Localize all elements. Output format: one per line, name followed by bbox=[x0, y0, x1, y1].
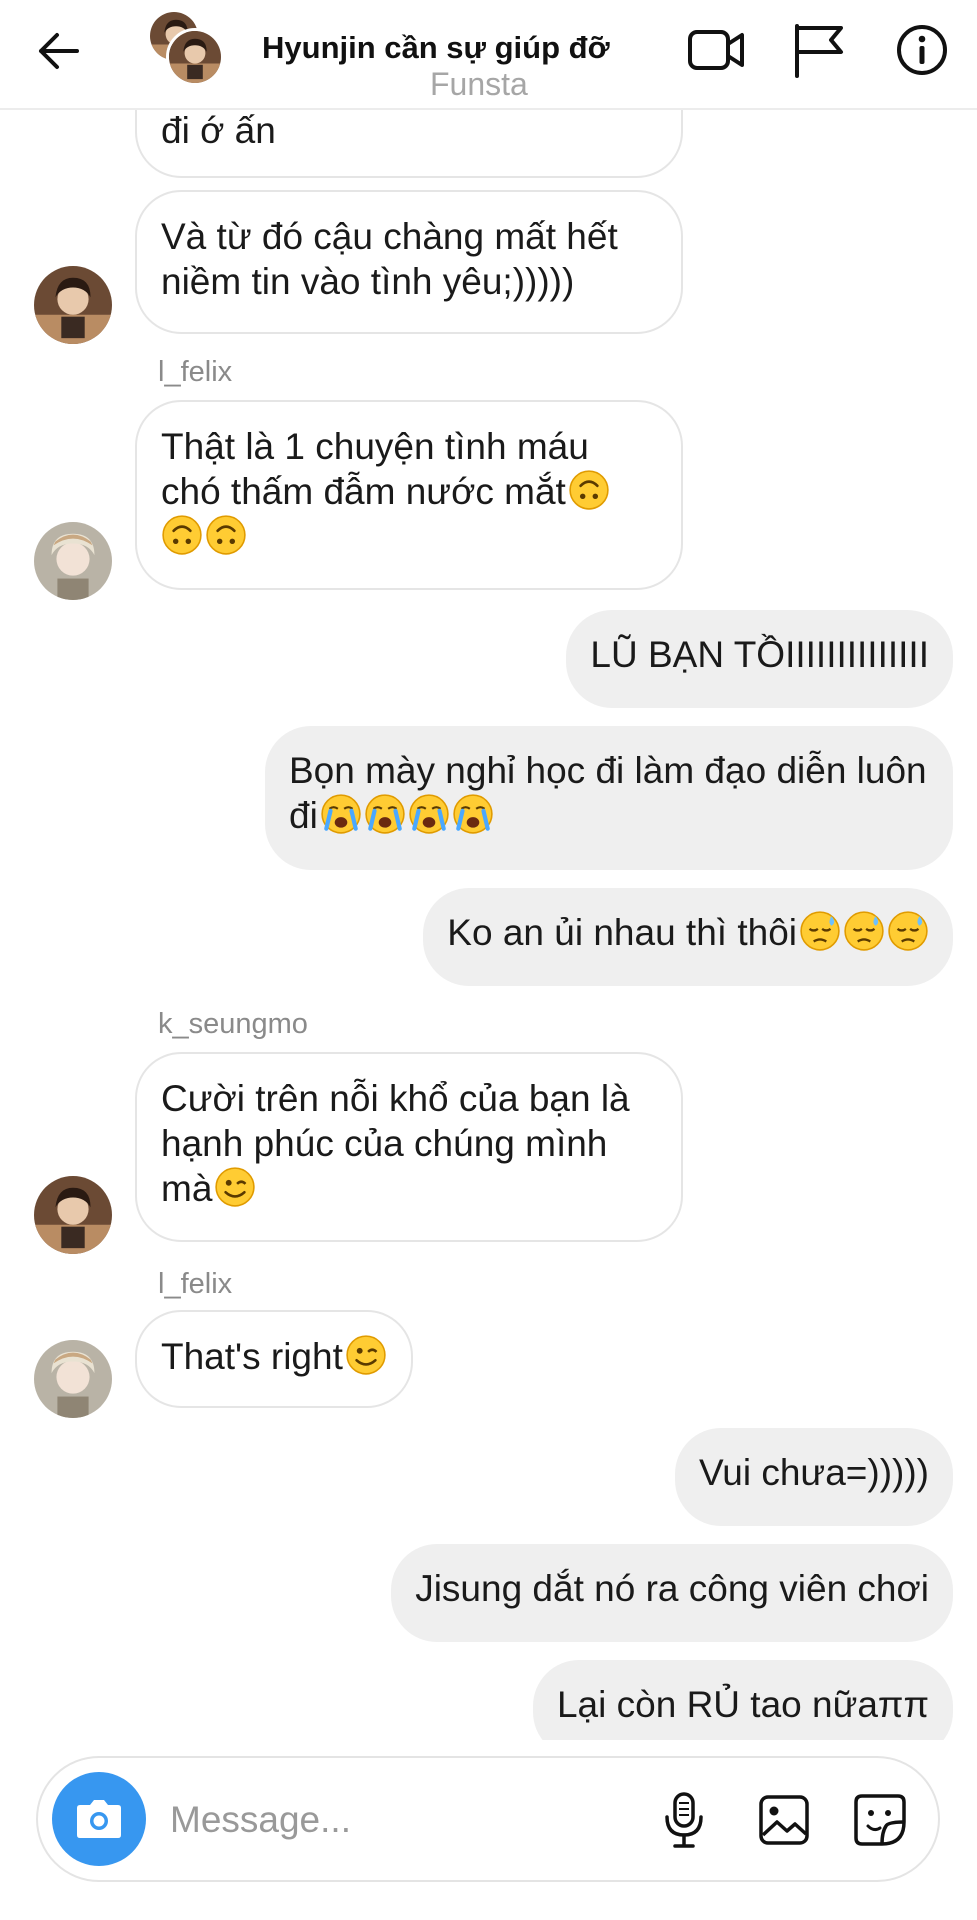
loudly-crying-face-icon bbox=[408, 793, 450, 835]
avatar[interactable] bbox=[34, 266, 112, 344]
downcast-sweat-face-icon bbox=[843, 910, 885, 952]
info-icon bbox=[897, 25, 947, 75]
microphone-icon bbox=[665, 1792, 703, 1848]
sender-name: l_felix bbox=[158, 1268, 233, 1300]
loudly-crying-face-icon bbox=[452, 793, 494, 835]
video-call-icon bbox=[688, 30, 744, 70]
message-bubble-incoming[interactable]: đi ớ ấn bbox=[135, 110, 683, 178]
message-bubble-outgoing[interactable]: LŨ BẠN TỒIIIIIIIIIIIIII bbox=[566, 610, 953, 708]
avatar[interactable] bbox=[34, 522, 112, 600]
video-call-button[interactable] bbox=[684, 18, 748, 82]
avatar[interactable] bbox=[34, 1176, 112, 1254]
gallery-button[interactable] bbox=[752, 1786, 816, 1854]
message-bubble-incoming[interactable]: That's right bbox=[135, 1310, 413, 1408]
message-text: đi ớ ấn bbox=[161, 110, 276, 151]
camera-button[interactable] bbox=[52, 1772, 146, 1866]
message-text: Ko an ủi nhau thì thôi bbox=[447, 912, 797, 953]
downcast-sweat-face-icon bbox=[799, 910, 841, 952]
camera-icon bbox=[77, 1800, 121, 1838]
winking-face-icon bbox=[345, 1334, 387, 1376]
chat-title[interactable]: Hyunjin cần sự giúp đỡ bbox=[262, 30, 610, 66]
upside-down-face-icon bbox=[568, 469, 610, 511]
message-text: Và từ đó cậu chàng mất hết niềm tin vào … bbox=[161, 216, 618, 302]
sticker-button[interactable] bbox=[848, 1786, 912, 1854]
watermark-text: Funsta bbox=[430, 66, 528, 102]
message-text: Lại còn RỦ tao nữaππ bbox=[556, 1684, 929, 1725]
loudly-crying-face-icon bbox=[364, 793, 406, 835]
avatar bbox=[166, 28, 224, 86]
chat-header: Hyunjin cần sự giúp đỡ Funsta bbox=[0, 0, 977, 110]
message-bubble-incoming[interactable]: Cười trên nỗi khổ của bạn là hạnh phúc c… bbox=[135, 1052, 683, 1242]
message-list[interactable]: đi ớ ấn Và từ đó cậu chàng mất hết niềm … bbox=[0, 110, 977, 1740]
info-button[interactable] bbox=[890, 18, 954, 82]
message-text: That's right bbox=[161, 1336, 343, 1377]
message-bubble-incoming[interactable]: Thật là 1 chuyện tình máu chó thấm đẫm n… bbox=[135, 400, 683, 590]
message-text: Vui chưa=))))) bbox=[698, 1452, 929, 1493]
sticker-icon bbox=[854, 1794, 906, 1846]
message-bubble-incoming[interactable]: Và từ đó cậu chàng mất hết niềm tin vào … bbox=[135, 190, 683, 334]
winking-face-icon bbox=[214, 1166, 256, 1208]
message-text: LŨ BẠN TỒIIIIIIIIIIIIII bbox=[590, 634, 929, 675]
message-bubble-outgoing[interactable]: Bọn mày nghỉ học đi làm đạo diễn luôn đi bbox=[265, 726, 953, 870]
message-composer bbox=[36, 1756, 940, 1882]
voice-message-button[interactable] bbox=[652, 1786, 716, 1854]
message-text: Jisung dắt nó ra công viên chơi bbox=[415, 1568, 929, 1609]
message-input[interactable] bbox=[170, 1792, 530, 1848]
message-text: Thật là 1 chuyện tình máu chó thấm đẫm n… bbox=[161, 426, 589, 512]
avatar[interactable] bbox=[34, 1340, 112, 1418]
group-avatars[interactable] bbox=[148, 10, 224, 86]
sender-name: k_seungmo bbox=[158, 1008, 308, 1040]
sender-name: l_felix bbox=[158, 356, 233, 388]
message-bubble-outgoing[interactable]: Ko an ủi nhau thì thôi bbox=[423, 888, 953, 986]
loudly-crying-face-icon bbox=[320, 793, 362, 835]
report-button[interactable] bbox=[786, 18, 850, 82]
downcast-sweat-face-icon bbox=[887, 910, 929, 952]
back-button[interactable] bbox=[30, 22, 88, 80]
upside-down-face-icon bbox=[205, 514, 247, 556]
message-bubble-outgoing[interactable]: Vui chưa=))))) bbox=[674, 1428, 953, 1526]
message-bubble-outgoing[interactable]: Jisung dắt nó ra công viên chơi bbox=[391, 1544, 953, 1642]
upside-down-face-icon bbox=[161, 514, 203, 556]
message-bubble-outgoing[interactable]: Lại còn RỦ tao nữaππ bbox=[532, 1660, 953, 1740]
back-arrow-icon bbox=[39, 33, 79, 69]
flag-icon bbox=[795, 24, 843, 78]
gallery-icon bbox=[759, 1795, 809, 1845]
